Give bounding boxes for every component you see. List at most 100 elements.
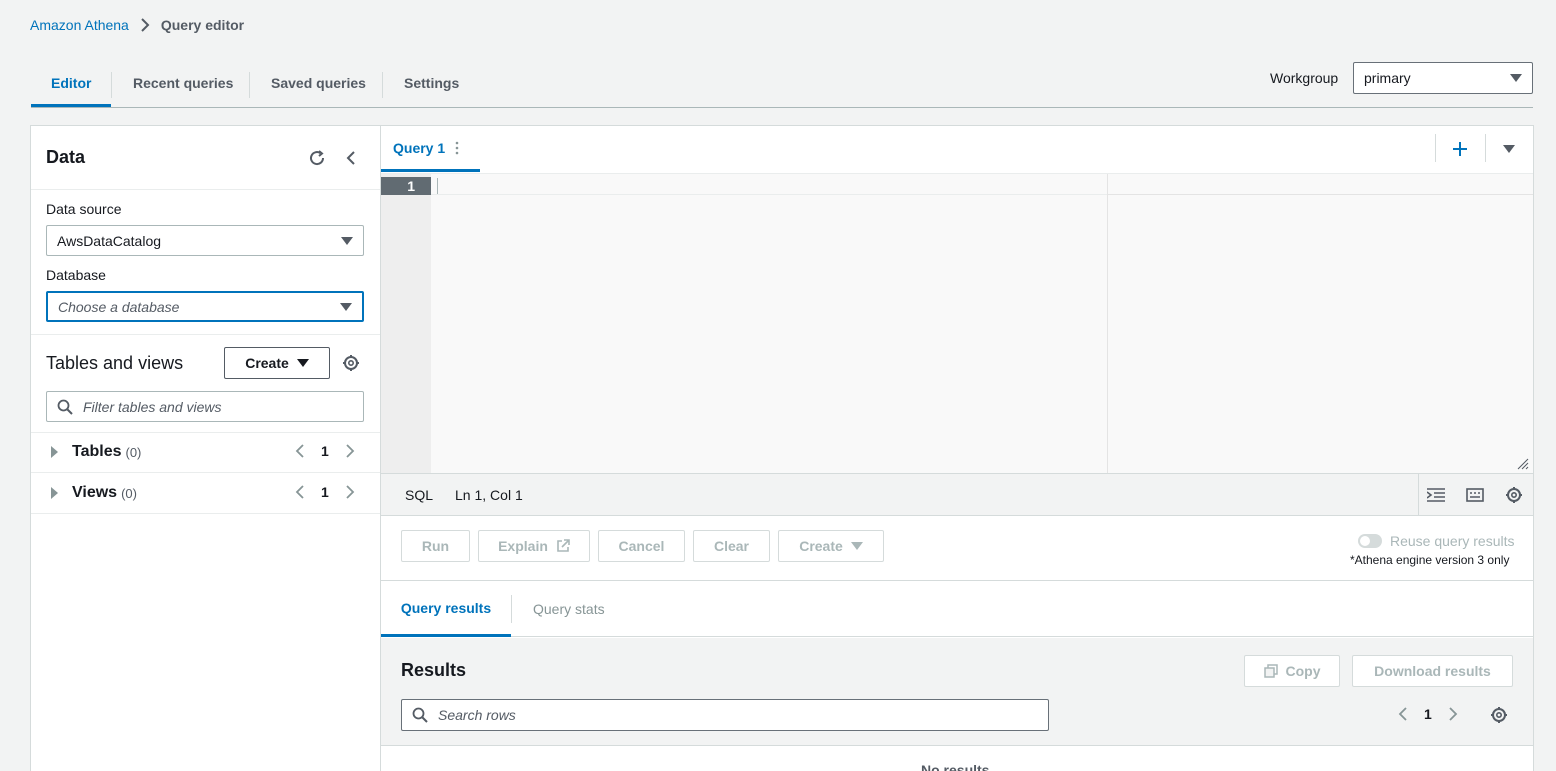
collapse-panel-icon[interactable] <box>341 148 361 168</box>
copy-label: Copy <box>1285 663 1321 679</box>
create-button[interactable]: Create <box>224 347 330 379</box>
tables-views-title: Tables and views <box>46 353 184 373</box>
views-count: (0) <box>121 485 137 501</box>
database-label: Database <box>46 267 106 283</box>
explain-button[interactable]: Explain <box>478 530 590 562</box>
tab-divider <box>111 72 112 98</box>
refresh-icon[interactable] <box>307 148 327 168</box>
chevron-left-icon[interactable] <box>1398 707 1408 721</box>
tab-divider <box>382 72 383 98</box>
editor-status-bar: SQL Ln 1, Col 1 <box>381 473 1533 516</box>
breadcrumb: Amazon Athena Query editor <box>30 16 244 34</box>
divider <box>1107 194 1533 195</box>
tab-query-stats-label: Query stats <box>533 601 605 617</box>
chevron-left-icon[interactable] <box>295 444 305 458</box>
tab-query-results-label: Query results <box>400 599 492 616</box>
cancel-label: Cancel <box>618 538 665 554</box>
views-label: Views <box>72 484 118 501</box>
copy-icon <box>1263 664 1278 678</box>
sql-editor[interactable]: 1 <box>381 173 1533 474</box>
chevron-right-icon <box>139 18 151 32</box>
query-editor-panel: Query 1 1 SQL Ln 1, Col 1 Run Explain Ca… <box>380 125 1534 771</box>
tab-saved-queries[interactable]: Saved queries <box>271 60 366 106</box>
database-placeholder: Choose a database <box>58 298 180 315</box>
download-label: Download results <box>1374 663 1491 679</box>
reuse-results-label: Reuse query results <box>1390 533 1515 549</box>
divider <box>1435 134 1436 162</box>
tables-page-number[interactable]: 1 <box>321 443 329 459</box>
tab-query-results[interactable]: Query results <box>381 581 511 637</box>
explain-label: Explain <box>498 538 548 554</box>
data-source-select[interactable]: AwsDataCatalog <box>46 225 364 256</box>
engine-version-note: *Athena engine version 3 only <box>1350 553 1510 567</box>
download-results-button[interactable]: Download results <box>1352 655 1513 687</box>
divider <box>31 334 380 335</box>
caret-down-icon <box>341 236 353 245</box>
create-label: Create <box>799 538 843 554</box>
tab-recent-queries[interactable]: Recent queries <box>133 60 233 106</box>
caret-down-icon <box>340 302 352 311</box>
tab-divider <box>249 72 250 98</box>
results-title: Results <box>401 660 467 680</box>
tab-editor[interactable]: Editor <box>51 60 91 106</box>
filter-placeholder: Filter tables and views <box>83 398 222 415</box>
no-results-message: No results <box>921 762 990 771</box>
current-line-highlight <box>431 177 1107 195</box>
caret-down-icon <box>850 542 863 550</box>
tables-count: (0) <box>125 444 142 460</box>
copy-button[interactable]: Copy <box>1244 655 1340 687</box>
gear-icon[interactable] <box>341 353 361 373</box>
run-button[interactable]: Run <box>401 530 470 562</box>
results-page-number[interactable]: 1 <box>1424 706 1432 722</box>
data-panel: Data Data source AwsDataCatalog Database… <box>30 125 381 771</box>
external-link-icon <box>557 539 570 552</box>
breadcrumb-current: Query editor <box>160 17 245 33</box>
run-label: Run <box>421 538 450 554</box>
expand-caret-icon[interactable] <box>51 487 58 499</box>
views-page-number[interactable]: 1 <box>321 484 329 500</box>
add-query-tab-icon[interactable] <box>1449 138 1471 160</box>
divider <box>511 595 512 623</box>
create-query-button[interactable]: Create <box>778 530 884 562</box>
filter-tables-input[interactable]: Filter tables and views <box>46 391 364 422</box>
clear-button[interactable]: Clear <box>693 530 770 562</box>
chevron-right-icon[interactable] <box>345 485 355 499</box>
tab-settings[interactable]: Settings <box>404 60 459 106</box>
chevron-right-icon[interactable] <box>1448 707 1458 721</box>
divider <box>31 513 380 514</box>
caret-down-icon <box>296 359 309 367</box>
database-select[interactable]: Choose a database <box>46 291 364 322</box>
data-source-value: AwsDataCatalog <box>57 232 162 249</box>
text-cursor <box>437 178 438 194</box>
divider <box>1485 134 1486 162</box>
caret-down-icon[interactable] <box>1499 140 1519 158</box>
chevron-left-icon[interactable] <box>295 485 305 499</box>
resize-handle-icon[interactable] <box>1517 458 1529 470</box>
cursor-position: Ln 1, Col 1 <box>455 486 523 503</box>
gear-icon[interactable] <box>1503 485 1525 505</box>
reuse-results-toggle[interactable] <box>1358 534 1382 548</box>
gear-icon[interactable] <box>1489 705 1509 725</box>
tables-pager: 1 <box>295 443 355 459</box>
query-tab-1[interactable]: Query 1 <box>381 126 480 172</box>
caret-down-icon <box>1510 74 1522 82</box>
more-options-icon[interactable] <box>455 141 459 155</box>
chevron-right-icon[interactable] <box>345 444 355 458</box>
breadcrumb-link-athena[interactable]: Amazon Athena <box>30 17 129 33</box>
workgroup-select[interactable]: primary <box>1353 62 1533 94</box>
expand-caret-icon[interactable] <box>51 446 58 458</box>
workgroup-label: Workgroup <box>1270 70 1339 86</box>
cancel-button[interactable]: Cancel <box>598 530 685 562</box>
language-indicator: SQL <box>405 486 434 503</box>
tab-query-stats[interactable]: Query stats <box>533 581 605 637</box>
active-tab-indicator <box>31 104 111 107</box>
search-rows-input[interactable]: Search rows <box>401 699 1049 731</box>
results-section: Results Copy Download results Search row… <box>381 638 1533 771</box>
keyboard-shortcuts-icon[interactable] <box>1464 485 1486 505</box>
format-query-icon[interactable] <box>1425 485 1447 505</box>
clear-label: Clear <box>713 538 750 554</box>
results-pager: 1 <box>1398 706 1458 722</box>
reuse-results-toggle-row: Reuse query results <box>1358 533 1515 549</box>
results-table-body: No results <box>381 745 1533 771</box>
divider <box>31 189 380 190</box>
